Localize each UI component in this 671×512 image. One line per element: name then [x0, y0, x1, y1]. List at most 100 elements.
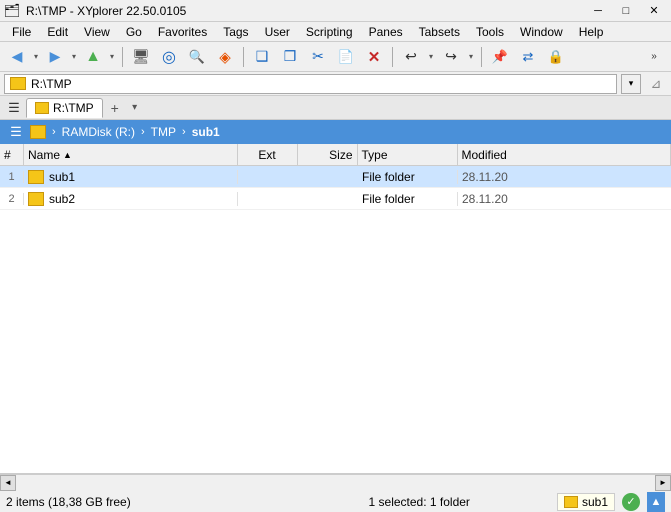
tab-folder-icon	[35, 102, 49, 114]
menu-item-favorites[interactable]: Favorites	[150, 23, 215, 41]
menu-item-user[interactable]: User	[257, 23, 298, 41]
menu-item-tools[interactable]: Tools	[468, 23, 512, 41]
up-button[interactable]: ▲	[80, 45, 106, 69]
app-icon: 🗂	[4, 3, 20, 19]
more-button[interactable]: »	[641, 45, 667, 69]
menu-item-edit[interactable]: Edit	[39, 23, 76, 41]
menu-item-view[interactable]: View	[76, 23, 118, 41]
address-dropdown-button[interactable]: ▾	[621, 74, 641, 94]
file-folder-icon	[28, 170, 44, 184]
col-header-num[interactable]: #	[0, 144, 24, 165]
toolbar: ◀ ▾ ▶ ▾ ▲ ▾ 🖥 ◎ 🔍 ◈ ❑ ❒ ✂ 📄 ✕ ↩ ▾ ↪ ▾ 📌 …	[0, 42, 671, 72]
title-bar: 🗂 R:\TMP - XYplorer 22.50.0105 ─ □ ✕	[0, 0, 671, 22]
undo-button[interactable]: ↩	[398, 45, 424, 69]
status-folder-display: sub1	[557, 493, 615, 511]
sep3	[392, 47, 393, 67]
col-header-name[interactable]: Name ▲	[24, 144, 238, 165]
tab-bar: ☰ R:\TMP + ▾	[0, 96, 671, 120]
scroll-left-button[interactable]: ◄	[0, 475, 16, 491]
menu-bar: FileEditViewGoFavoritesTagsUserScripting…	[0, 22, 671, 42]
menu-item-tags[interactable]: Tags	[215, 23, 256, 41]
delete-button[interactable]: ✕	[361, 45, 387, 69]
name-sort-arrow: ▲	[63, 150, 72, 160]
address-folder-icon	[10, 77, 26, 90]
scrollbar-track[interactable]	[16, 475, 655, 491]
row-type: File folder	[358, 170, 458, 184]
horizontal-scrollbar[interactable]: ◄ ►	[0, 474, 671, 490]
breadcrumb-ramdisk[interactable]: RAMDisk (R:)	[62, 125, 135, 139]
title-bar-left: 🗂 R:\TMP - XYplorer 22.50.0105	[4, 3, 186, 19]
back-dropdown[interactable]: ▾	[31, 45, 41, 69]
table-row[interactable]: 1 sub1 File folder 28.11.20	[0, 166, 671, 188]
menu-item-file[interactable]: File	[4, 23, 39, 41]
sep1	[122, 47, 123, 67]
col-header-ext[interactable]: Ext	[238, 144, 298, 165]
file-area: # Name ▲ Ext Size Type Modified 1 sub1 F…	[0, 144, 671, 474]
col-header-type[interactable]: Type	[358, 144, 458, 165]
table-row[interactable]: 2 sub2 File folder 28.11.20	[0, 188, 671, 210]
forward-dropdown[interactable]: ▾	[69, 45, 79, 69]
file-name-text: sub2	[49, 192, 75, 206]
search-button[interactable]: 🔍	[184, 45, 210, 69]
filter-icon[interactable]: ⊿	[645, 74, 667, 94]
row-name: sub1	[24, 170, 238, 184]
breadcrumb-folder-icon	[30, 125, 46, 139]
up-dropdown[interactable]: ▾	[107, 45, 117, 69]
cut-button[interactable]: ✂	[305, 45, 331, 69]
active-tab[interactable]: R:\TMP	[26, 98, 103, 118]
forward-button[interactable]: ▶	[42, 45, 68, 69]
sync-button[interactable]: ⇄	[515, 45, 541, 69]
status-bar: 2 items (18,38 GB free) 1 selected: 1 fo…	[0, 490, 671, 512]
row-num: 1	[0, 171, 24, 183]
status-items-count: 2 items (18,38 GB free)	[6, 495, 281, 509]
tab-menu-button[interactable]: ☰	[4, 98, 24, 118]
breadcrumb-arrow-1: ›	[50, 126, 58, 138]
nav-button[interactable]: ◈	[212, 45, 238, 69]
scroll-right-button[interactable]: ►	[655, 475, 671, 491]
status-selected-folder-name: sub1	[582, 495, 608, 509]
status-right: sub1 ✓ ▲	[557, 492, 665, 512]
menu-item-window[interactable]: Window	[512, 23, 571, 41]
menu-item-panes[interactable]: Panes	[361, 23, 411, 41]
row-type: File folder	[358, 192, 458, 206]
breadcrumb-bar: ☰ › RAMDisk (R:) › TMP › sub1	[0, 120, 671, 144]
redo-dropdown[interactable]: ▾	[466, 45, 476, 69]
newfile-button[interactable]: 📄	[333, 45, 359, 69]
menu-item-tabsets[interactable]: Tabsets	[411, 23, 468, 41]
tab-chevron[interactable]: ▾	[127, 98, 143, 118]
sep2	[243, 47, 244, 67]
status-check-button[interactable]: ✓	[621, 492, 641, 512]
redo-button[interactable]: ↪	[438, 45, 464, 69]
breadcrumb-menu-button[interactable]: ☰	[6, 122, 26, 142]
maximize-button[interactable]: □	[613, 2, 639, 20]
paste-button[interactable]: ❒	[277, 45, 303, 69]
file-folder-icon	[28, 192, 44, 206]
breadcrumb-tmp[interactable]: TMP	[151, 125, 176, 139]
breadcrumb-sub1[interactable]: sub1	[192, 125, 220, 139]
target-button[interactable]: ◎	[156, 45, 182, 69]
monitor-button[interactable]: 🖥	[128, 45, 154, 69]
pin-button[interactable]: 📌	[487, 45, 513, 69]
copy-button[interactable]: ❑	[249, 45, 275, 69]
back-button[interactable]: ◀	[4, 45, 30, 69]
minimize-button[interactable]: ─	[585, 2, 611, 20]
close-button[interactable]: ✕	[641, 2, 667, 20]
file-list: 1 sub1 File folder 28.11.20 2 sub2 File …	[0, 166, 671, 473]
column-headers: # Name ▲ Ext Size Type Modified	[0, 144, 671, 166]
row-name: sub2	[24, 192, 238, 206]
row-num: 2	[0, 193, 24, 205]
menu-item-scripting[interactable]: Scripting	[298, 23, 361, 41]
menu-item-help[interactable]: Help	[571, 23, 612, 41]
address-box[interactable]: R:\TMP	[4, 74, 617, 94]
add-tab-button[interactable]: +	[105, 98, 125, 118]
menu-item-go[interactable]: Go	[118, 23, 150, 41]
col-header-modified[interactable]: Modified	[458, 144, 671, 165]
tab-label: R:\TMP	[53, 101, 94, 115]
address-text: R:\TMP	[31, 77, 72, 91]
nav-bar: R:\TMP ▾ ⊿	[0, 72, 671, 96]
undo-dropdown[interactable]: ▾	[426, 45, 436, 69]
status-folder-icon	[564, 496, 578, 508]
status-nav-button[interactable]: ▲	[647, 492, 665, 512]
lock-button[interactable]: 🔒	[543, 45, 569, 69]
col-header-size[interactable]: Size	[298, 144, 358, 165]
